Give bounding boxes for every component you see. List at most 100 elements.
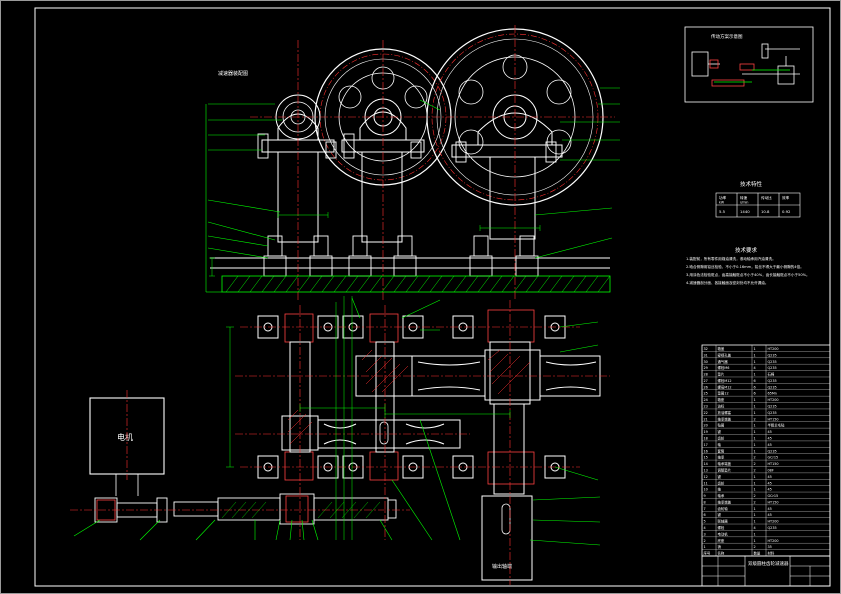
bom-cell: 4 bbox=[754, 526, 756, 530]
bom-cell: 螺栓 bbox=[718, 525, 725, 530]
bom-cell: 垫片 bbox=[718, 372, 725, 377]
bom-cell: 4 bbox=[754, 366, 756, 370]
bom-cell: 键 bbox=[718, 512, 722, 517]
bom-cell: 22 bbox=[704, 411, 708, 415]
output-shaft-label: 输出轴端 bbox=[492, 563, 512, 570]
bom-cell: Q235 bbox=[768, 385, 777, 389]
bom-cell: 2 bbox=[754, 494, 756, 498]
cad-drawing-sheet: 减速器装配图 输出轴端 电机 传动方案示意图 技术特性 功率 转速 传动比 效率… bbox=[0, 0, 841, 594]
bom-cell: 6 bbox=[754, 392, 756, 396]
bom-cell: HT150 bbox=[768, 462, 779, 466]
input-shaft-assembly bbox=[94, 493, 397, 525]
bom-header-cell: 序号 bbox=[704, 551, 711, 556]
bom-cell: 08F bbox=[768, 468, 774, 472]
bom-cell: 1 bbox=[754, 424, 756, 428]
bom-cell: 1 bbox=[754, 475, 756, 479]
tech-req-line-3: 3.用涂色法检验斑点，齿高接触斑点不小于40%，齿长接触斑点不小于50%。 bbox=[686, 272, 810, 277]
bom-cell: 1 bbox=[754, 520, 756, 524]
bom-cell: 28 bbox=[704, 373, 708, 377]
bom-cell: 1 bbox=[754, 513, 756, 517]
bom-cell: 11 bbox=[704, 481, 708, 485]
bom-cell: 轴承端盖 bbox=[718, 416, 732, 421]
bom-cell: 毡圈 bbox=[718, 423, 725, 428]
plan-view: 输出轴端 电机 bbox=[70, 296, 610, 585]
schematic-title: 传动方案示意图 bbox=[711, 33, 743, 40]
bom-cell: 29 bbox=[704, 366, 708, 370]
bom-cell: 齿轮 bbox=[718, 480, 725, 485]
bom-cell: 1 bbox=[754, 353, 756, 357]
bom-cell: 45 bbox=[768, 488, 772, 492]
tp-h2: 传动比 bbox=[761, 195, 772, 200]
plan-leaders bbox=[73, 297, 601, 546]
bom-cell: 1 bbox=[754, 443, 756, 447]
bom-cell: 45 bbox=[768, 430, 772, 434]
bom-cell: 6 bbox=[704, 513, 706, 517]
bom-cell: 19 bbox=[704, 430, 708, 434]
output-shaft-box: 输出轴端 bbox=[481, 495, 533, 581]
bom-cell: 2 bbox=[754, 456, 756, 460]
front-view: 减速器装配图 bbox=[205, 25, 620, 300]
front-centerlines bbox=[250, 25, 615, 300]
bom-cell: 销 bbox=[718, 544, 722, 549]
bom-cell: 23 bbox=[704, 405, 708, 409]
bom-cell: 2 bbox=[754, 468, 756, 472]
plan-shafts bbox=[289, 341, 531, 495]
bom-cell: 6 bbox=[754, 385, 756, 389]
tech-params-title: 技术特性 bbox=[740, 180, 763, 188]
plan-keyways bbox=[379, 421, 511, 535]
tp-v3: 0.92 bbox=[782, 209, 791, 214]
tech-requirements: 技术要求 1.装配前，所有零件用煤油清洗，滚动轴承用汽油清洗。 2.啮合侧隙用铅… bbox=[686, 246, 810, 285]
bom-cell: 17 bbox=[704, 443, 708, 447]
bom-cell: 27 bbox=[704, 379, 708, 383]
bom-cell: 45 bbox=[768, 507, 772, 511]
bom-cell: 放油螺塞 bbox=[718, 410, 732, 415]
bom-cell: 箱盖 bbox=[718, 346, 725, 351]
bom-cell: 9 bbox=[704, 494, 706, 498]
bom-cell: 26 bbox=[704, 385, 708, 389]
bom-cell: 2 bbox=[754, 500, 756, 504]
tp-h0: 功率 bbox=[719, 195, 727, 200]
bom-cell: 电动机 bbox=[718, 531, 729, 536]
bom-cell: 35 bbox=[768, 545, 772, 549]
bom-cell: 1 bbox=[754, 481, 756, 485]
bom-cell: 45 bbox=[768, 437, 772, 441]
plan-rolling-bearings bbox=[284, 309, 535, 485]
bom-cell: 18 bbox=[704, 437, 708, 441]
bom-cell: 6 bbox=[754, 379, 756, 383]
bom-cell: HT200 bbox=[768, 347, 779, 351]
bom-cell: 20 bbox=[704, 424, 708, 428]
bom-cell: HT150 bbox=[768, 417, 779, 421]
bom-cell: 1 bbox=[754, 539, 756, 543]
bom-cell: 通气器 bbox=[718, 359, 729, 364]
bom-header-cell: 名称 bbox=[718, 551, 725, 556]
tp-u0: kW bbox=[719, 201, 725, 205]
bom-cell: 45 bbox=[768, 513, 772, 517]
bom-cell: 25 bbox=[704, 392, 708, 396]
bill-of-materials: 32 箱盖 1 HT20031 窥视孔盖 1 Q23530 通气器 1 Q23529 螺栓M6 4 Q2… bbox=[701, 344, 831, 557]
bom-cell: 齿轮 bbox=[718, 436, 725, 441]
tp-u1: r/min bbox=[740, 201, 748, 205]
bom-cell: Q235 bbox=[768, 449, 777, 453]
tp-v2: 10.8 bbox=[761, 209, 770, 214]
bom-cell: 轴承端盖 bbox=[718, 499, 732, 504]
bom-cell: 31 bbox=[704, 353, 708, 357]
bom-cell: HT200 bbox=[768, 398, 779, 402]
tech-req-line-4: 4.减速器剖分面、各接触面及密封处均不允许漏油。 bbox=[686, 280, 769, 285]
bom-cell: 14 bbox=[704, 462, 708, 466]
sheet-outer-border bbox=[0, 0, 841, 594]
bom-cell: 1 bbox=[754, 532, 756, 536]
sheet-inner-border bbox=[34, 7, 831, 587]
title-block: 双级圆柱齿轮减速器 bbox=[701, 555, 831, 587]
bom-cell: 轴 bbox=[718, 487, 722, 492]
bom-cell: 键 bbox=[718, 474, 722, 479]
bom-cell: 螺栓M6 bbox=[718, 365, 730, 370]
bom-cell: 2 bbox=[754, 462, 756, 466]
bom-cell: 联轴器 bbox=[718, 519, 729, 524]
bom-cell: 油标 bbox=[718, 404, 725, 409]
front-view-title: 减速器装配图 bbox=[218, 70, 248, 77]
tech-params-table: 技术特性 功率 转速 传动比 效率 kW r/min 5.5 1440 10.8… bbox=[715, 180, 801, 218]
bom-cell: 5 bbox=[704, 520, 706, 524]
bom-cell: 30 bbox=[704, 360, 708, 364]
bom-header-cell: 材料 bbox=[768, 551, 775, 556]
bom-cell: Q235 bbox=[768, 353, 777, 357]
